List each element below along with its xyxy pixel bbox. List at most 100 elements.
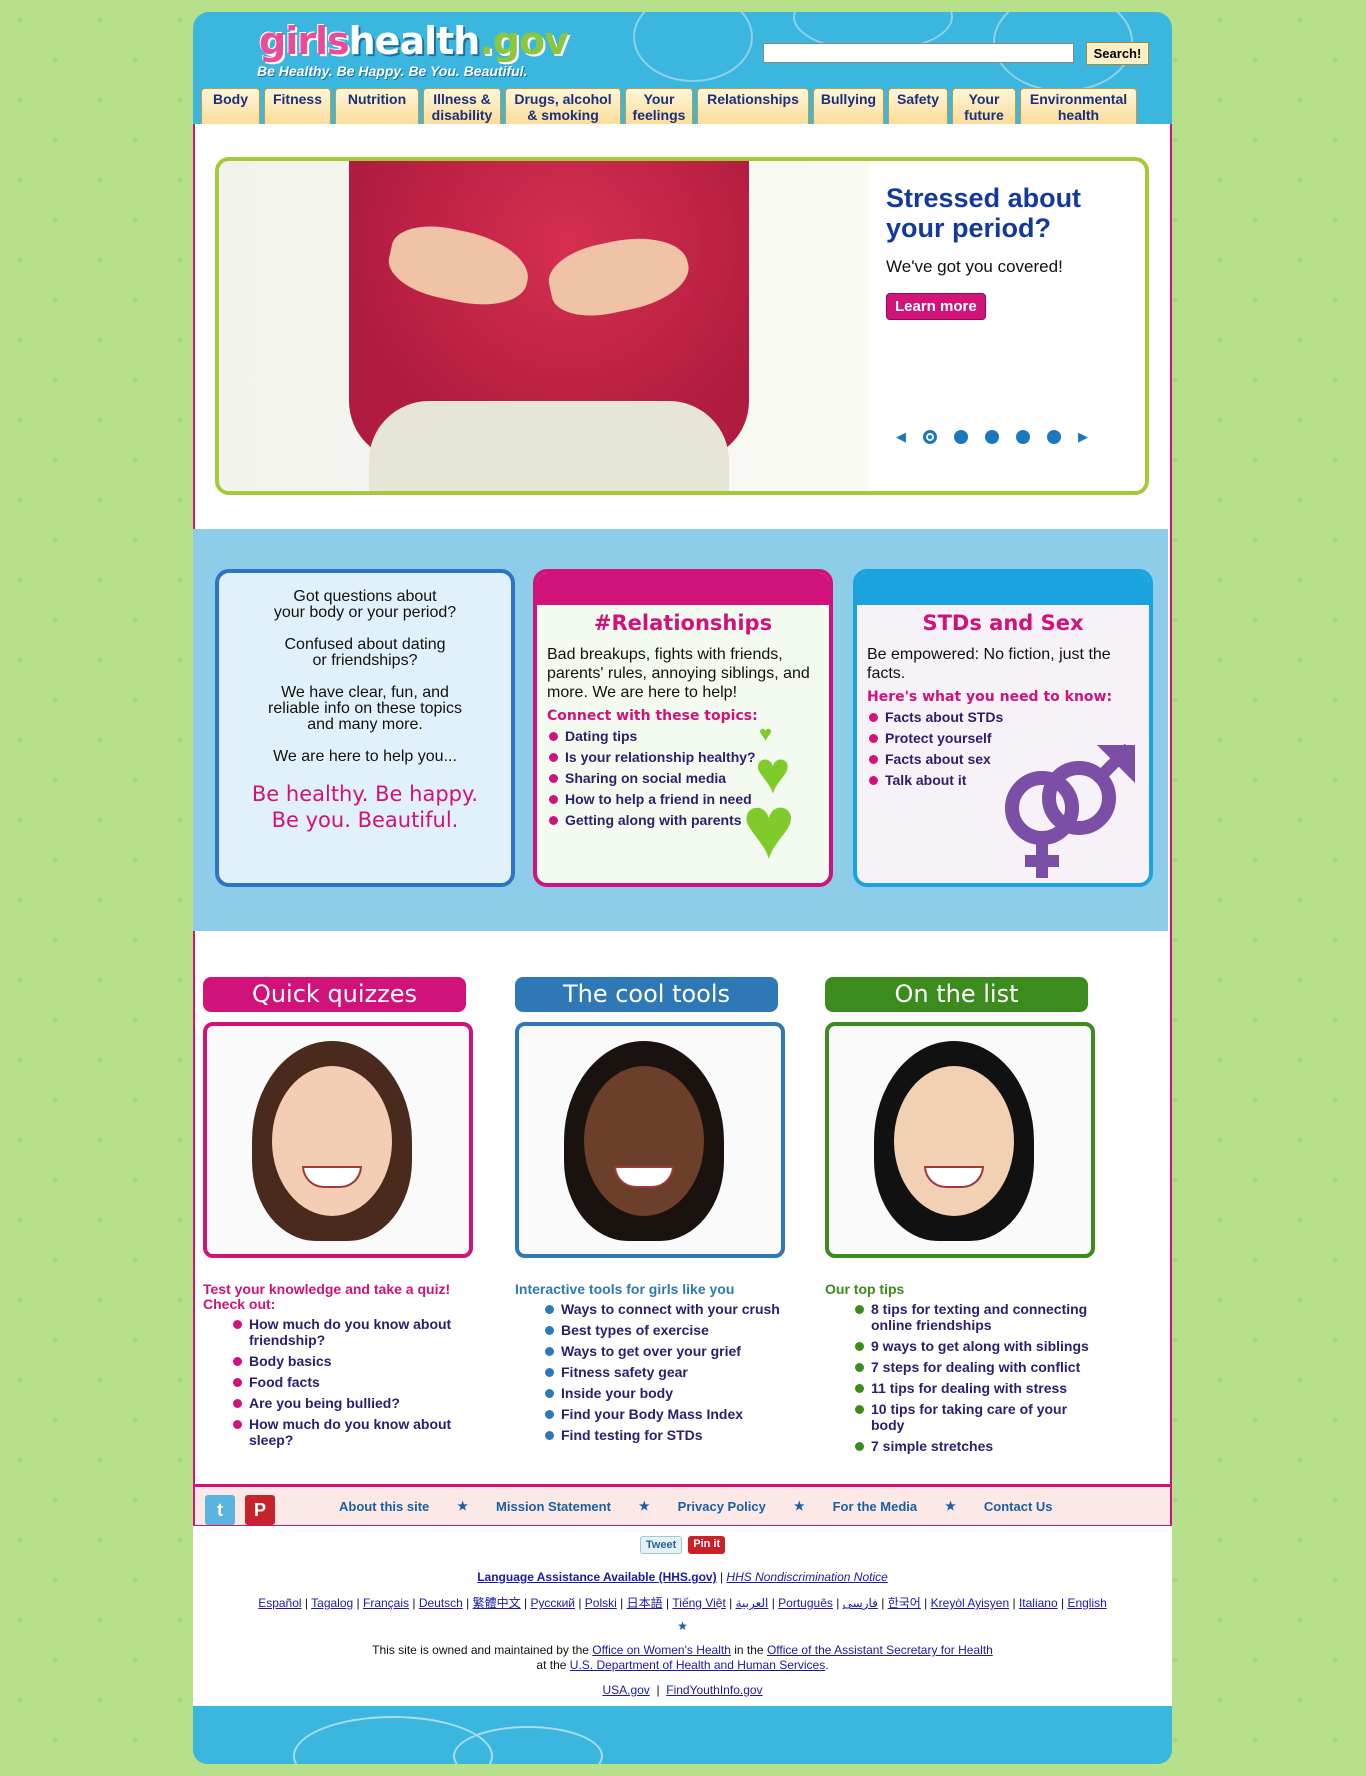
nav-tab[interactable]: Safety — [888, 88, 948, 124]
feature-link[interactable]: 8 tips for texting and connecting online… — [855, 1301, 1100, 1333]
next-arrow-icon[interactable]: ▶ — [1078, 429, 1088, 445]
feature-link[interactable]: Inside your body — [545, 1385, 790, 1401]
footer-link[interactable]: Contact Us — [984, 1499, 1053, 1514]
stds-card[interactable]: STDs and Sex Be empowered: No fiction, j… — [853, 569, 1153, 887]
feature-link[interactable]: 10 tips for taking care of your body — [855, 1401, 1100, 1433]
feature-link[interactable]: 9 ways to get along with siblings — [855, 1338, 1100, 1354]
feature-link[interactable]: How much do you know about friendship? — [233, 1316, 478, 1348]
card-title[interactable]: STDs and Sex — [857, 611, 1149, 635]
nav-tab[interactable]: Body — [201, 88, 260, 124]
language-link[interactable]: Italiano — [1019, 1596, 1058, 1610]
language-link[interactable]: 日本語 — [627, 1596, 663, 1610]
language-assistance-link[interactable]: Language Assistance Available (HHS.gov) — [477, 1570, 716, 1584]
star-icon: ★ — [677, 1619, 688, 1633]
relationships-card[interactable]: #Relationships Bad breakups, fights with… — [533, 569, 833, 887]
site-logo[interactable]: girlshealth.gov — [259, 20, 569, 62]
findyouthinfo-link[interactable]: FindYouthInfo.gov — [666, 1683, 762, 1697]
card-description: Bad breakups, fights with friends, paren… — [547, 646, 810, 701]
language-link[interactable]: Kreyòl Ayisyen — [931, 1596, 1010, 1610]
carousel-dot[interactable] — [923, 430, 937, 444]
footer-link[interactable]: About this site — [339, 1499, 429, 1514]
nav-tab[interactable]: Nutrition — [335, 88, 419, 124]
feature-link[interactable]: Find testing for STDs — [545, 1427, 790, 1443]
language-link[interactable]: فارسی — [843, 1596, 878, 1610]
language-link[interactable]: Tagalog — [311, 1596, 353, 1610]
pin-it-button[interactable]: Pin it — [688, 1536, 726, 1554]
feature-link[interactable]: Ways to get over your grief — [545, 1343, 790, 1359]
language-link[interactable]: Русский — [530, 1596, 575, 1610]
feature-title[interactable]: The cool tools — [515, 977, 778, 1012]
language-link[interactable]: Português — [778, 1596, 833, 1610]
feature-link[interactable]: Food facts — [233, 1374, 478, 1390]
card-description: Be empowered: No fiction, just the facts… — [867, 646, 1111, 682]
site-tagline: Be Healthy. Be Happy. Be You. Beautiful. — [257, 63, 528, 79]
language-link[interactable]: Deutsch — [419, 1596, 463, 1610]
footer-link[interactable]: Mission Statement — [496, 1499, 611, 1514]
feature-link[interactable]: 7 simple stretches — [855, 1438, 1100, 1454]
feature-link[interactable]: 11 tips for dealing with stress — [855, 1380, 1100, 1396]
topic-link[interactable]: Facts about STDs — [869, 707, 1149, 728]
footer-link[interactable]: For the Media — [833, 1499, 918, 1514]
pinterest-icon[interactable]: P — [245, 1495, 275, 1525]
nav-tab[interactable]: Your future — [952, 88, 1016, 124]
language-link[interactable]: Français — [363, 1596, 409, 1610]
gender-symbol-icon — [1005, 743, 1135, 878]
feature-link[interactable]: How much do you know about sleep? — [233, 1416, 478, 1448]
prev-arrow-icon[interactable]: ◀ — [896, 429, 906, 445]
nav-tab[interactable]: Fitness — [264, 88, 331, 124]
hero-carousel: Stressed about your period? We've got yo… — [215, 157, 1149, 495]
card-text: We have clear, fun, and — [281, 684, 449, 701]
feature-link[interactable]: Fitness safety gear — [545, 1364, 790, 1380]
feature-link[interactable]: Body basics — [233, 1353, 478, 1369]
feature-photo[interactable] — [825, 1022, 1095, 1258]
language-link[interactable]: English — [1067, 1596, 1106, 1610]
language-link[interactable]: Español — [258, 1596, 301, 1610]
feature-photo[interactable] — [515, 1022, 785, 1258]
main-nav: Body Fitness Nutrition Illness & disability D… — [201, 88, 1137, 124]
nav-tab[interactable]: Illness & disability — [423, 88, 501, 124]
twitter-icon[interactable]: t — [205, 1495, 235, 1525]
feature-photo[interactable] — [203, 1022, 473, 1258]
learn-more-button[interactable]: Learn more — [886, 293, 986, 320]
hero-text: Stressed about your period? We've got yo… — [886, 183, 1136, 320]
language-link[interactable]: 繁體中文 — [473, 1596, 521, 1610]
nav-tab[interactable]: Bullying — [813, 88, 884, 124]
carousel-dot[interactable] — [1016, 430, 1030, 444]
feature-link[interactable]: Find your Body Mass Index — [545, 1406, 790, 1422]
carousel-dot[interactable] — [1047, 430, 1061, 444]
carousel-dot[interactable] — [954, 430, 968, 444]
nav-tab[interactable]: Environmental health — [1020, 88, 1137, 124]
oash-link[interactable]: Office of the Assistant Secretary for He… — [767, 1643, 993, 1657]
hhs-link[interactable]: U.S. Department of Health and Human Serv… — [570, 1658, 825, 1672]
nav-tab[interactable]: Your feelings — [625, 88, 693, 124]
language-link[interactable]: 한국어 — [888, 1596, 921, 1610]
language-assistance: Language Assistance Available (HHS.gov) … — [477, 1570, 888, 1584]
feature-intro: Interactive tools for girls like you — [515, 1281, 735, 1297]
footer-link[interactable]: Privacy Policy — [678, 1499, 766, 1514]
search-input[interactable] — [763, 43, 1074, 63]
footer: Tweet Pin it Language Assistance Availab… — [193, 1526, 1172, 1706]
language-link[interactable]: Tiếng Việt — [672, 1596, 725, 1610]
bottom-banner — [193, 1706, 1172, 1764]
feature-list: 8 tips for texting and connecting online… — [825, 1301, 1100, 1454]
carousel-dot[interactable] — [985, 430, 999, 444]
feature-link[interactable]: Ways to connect with your crush — [545, 1301, 790, 1317]
nav-tab[interactable]: Relationships — [697, 88, 809, 124]
language-link[interactable]: العربية — [736, 1596, 769, 1610]
feature-link[interactable]: Best types of exercise — [545, 1322, 790, 1338]
owh-link[interactable]: Office on Women's Health — [592, 1643, 731, 1657]
card-title[interactable]: #Relationships — [537, 611, 829, 635]
feature-title[interactable]: Quick quizzes — [203, 977, 466, 1012]
feature-link[interactable]: 7 steps for dealing with conflict — [855, 1359, 1100, 1375]
language-link[interactable]: Polski — [585, 1596, 617, 1610]
card-subheading: Connect with these topics: — [547, 708, 758, 724]
usagov-link[interactable]: USA.gov — [602, 1683, 649, 1697]
tweet-button[interactable]: Tweet — [639, 1536, 683, 1554]
feature-link[interactable]: Are you being bullied? — [233, 1395, 478, 1411]
nondiscrimination-link[interactable]: HHS Nondiscrimination Notice — [726, 1570, 887, 1584]
search-button[interactable]: Search! — [1086, 42, 1149, 65]
feature-title[interactable]: On the list — [825, 977, 1088, 1012]
nav-tab[interactable]: Drugs, alcohol & smoking — [505, 88, 621, 124]
feature-list: Ways to connect with your crush Best type… — [515, 1301, 790, 1443]
card-text: Got questions about — [293, 588, 437, 605]
